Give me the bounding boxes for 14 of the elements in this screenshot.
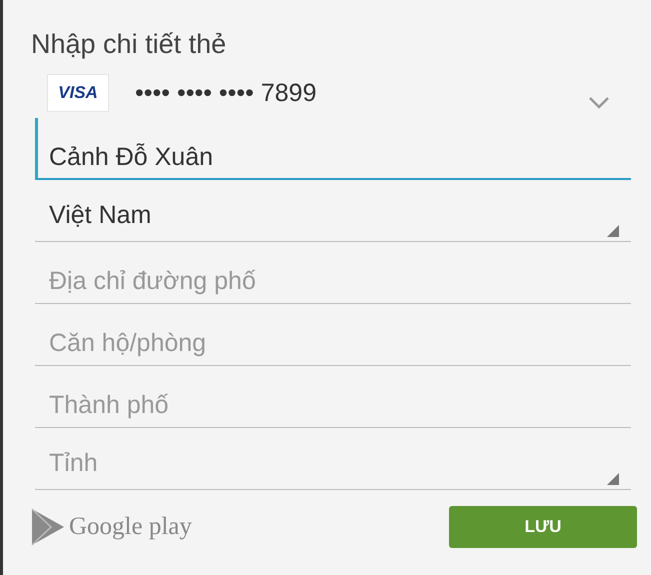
dropdown-field[interactable]: Việt Nam [35,180,631,242]
card-brand-logo: VISA [47,74,109,112]
dropdown-triangle-icon [607,225,619,237]
dropdown-triangle-icon [607,473,619,485]
input-field[interactable]: Cảnh Đỗ Xuân [35,118,631,180]
input-field[interactable]: Căn hộ/phòng [35,304,631,366]
save-button[interactable]: LƯU [449,506,637,548]
dialog-title: Nhập chi tiết thẻ [31,28,228,61]
play-triangle-icon [31,508,65,546]
input-field[interactable]: Thành phố [35,366,631,428]
input-field[interactable]: Địa chỉ đường phố [35,242,631,304]
chevron-down-icon[interactable] [588,96,610,110]
brand-name: Google play [69,513,192,541]
card-number: •••• •••• •••• 7899 [135,78,316,108]
